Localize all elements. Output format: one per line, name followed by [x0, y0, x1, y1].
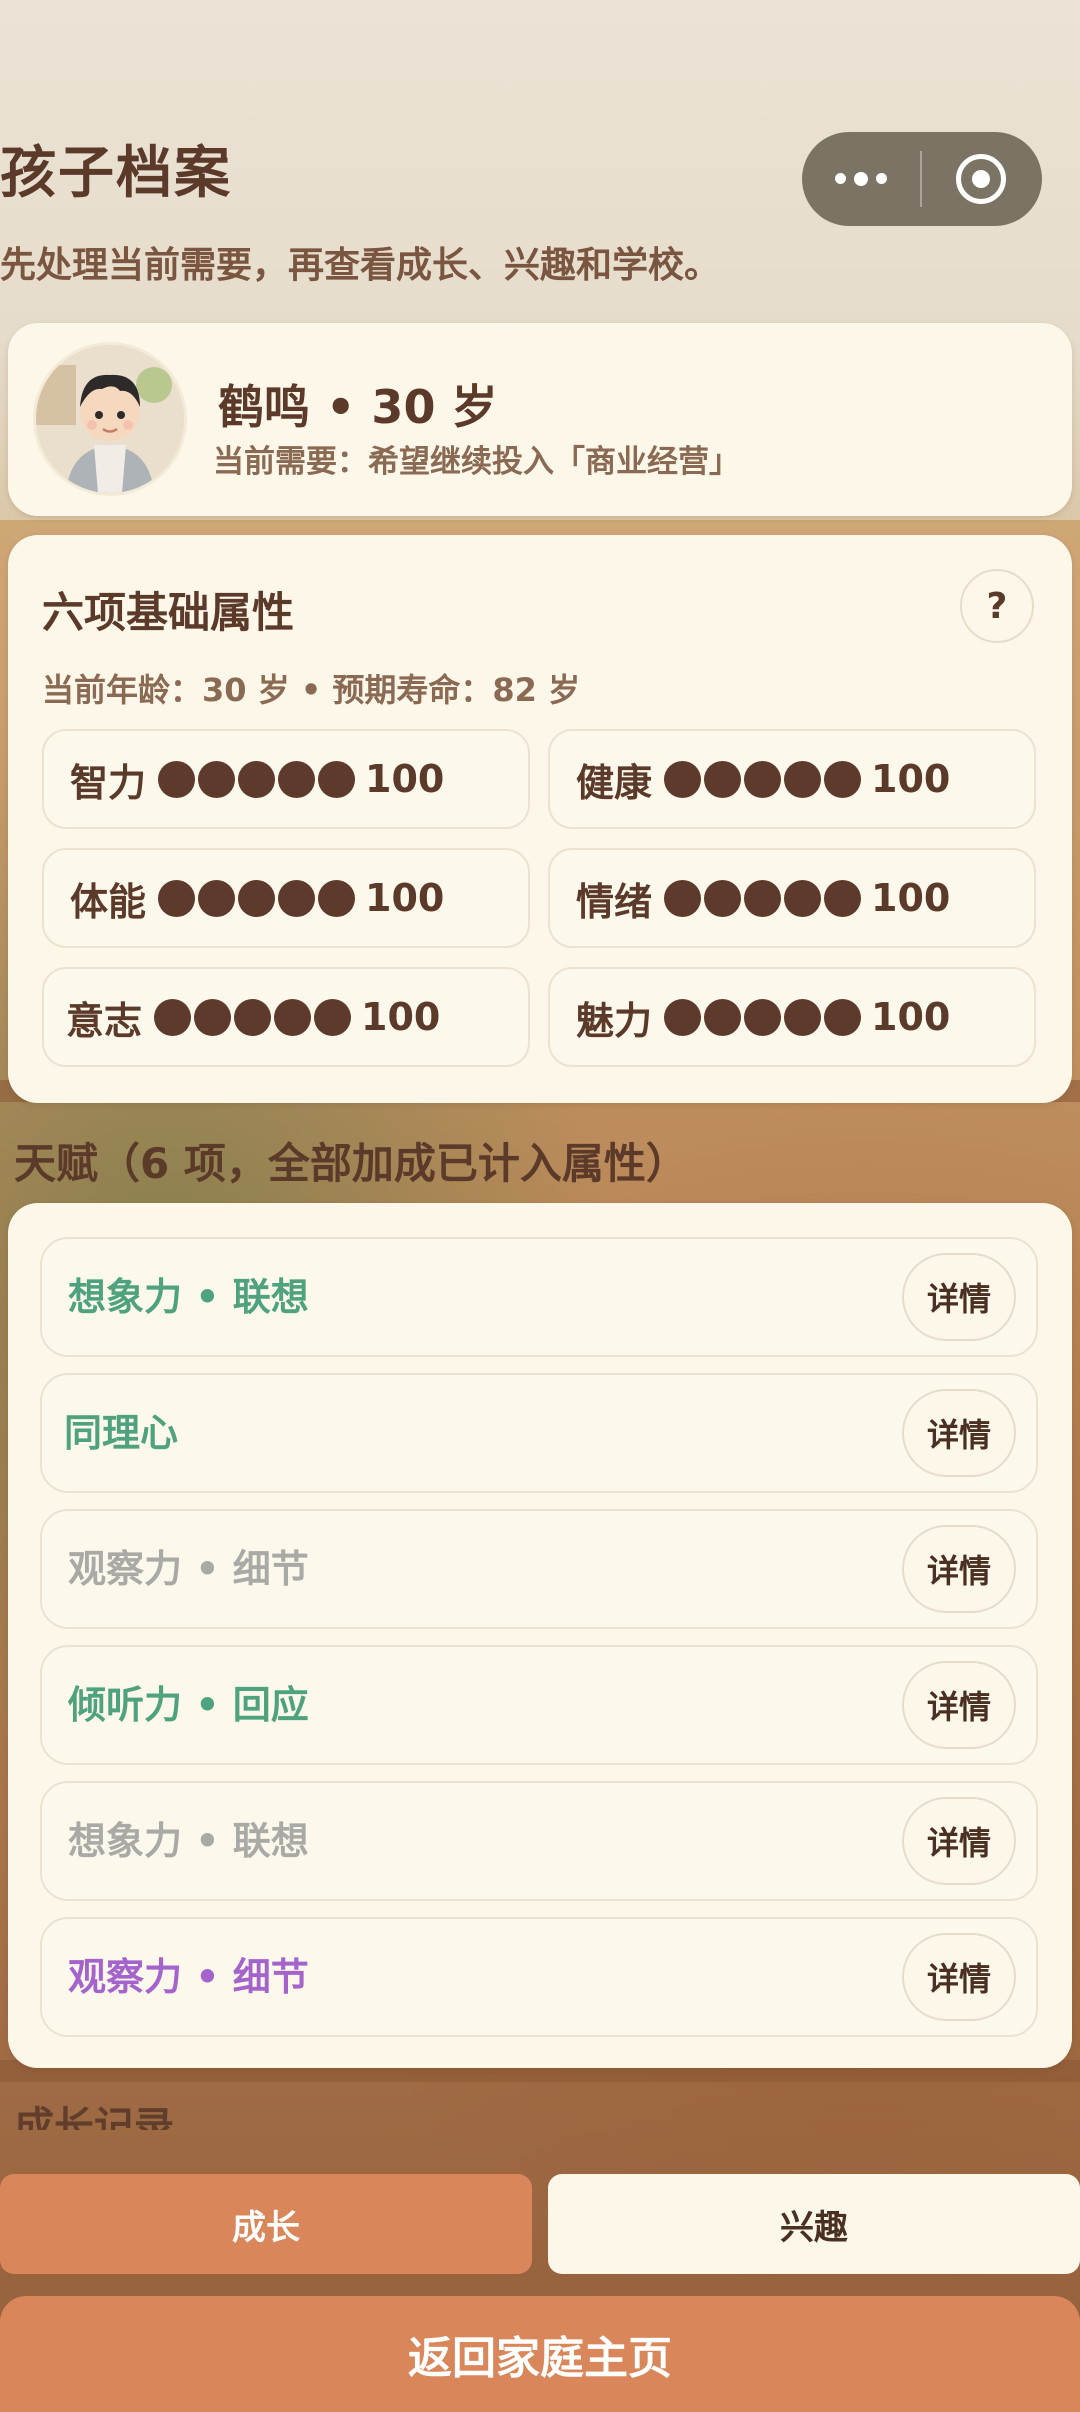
- talent-detail-button[interactable]: 详情: [902, 1389, 1016, 1477]
- attribute-value: 100: [365, 757, 445, 801]
- page-subtitle: 先处理当前需要，再查看成长、兴趣和学校。: [0, 245, 721, 286]
- attribute-value: 100: [871, 876, 951, 920]
- more-button[interactable]: [802, 132, 920, 226]
- talent-label: 同理心: [64, 1411, 179, 1455]
- question-icon: ?: [986, 585, 1008, 627]
- help-button[interactable]: ?: [960, 569, 1034, 643]
- child-name-age: 鹤鸣 • 30 岁: [218, 380, 498, 434]
- attribute-label: 意志: [66, 998, 143, 1043]
- attribute-dots: [664, 879, 862, 917]
- back-to-home-button[interactable]: 返回家庭主页: [0, 2296, 1080, 2412]
- talent-label: 倾听力 • 回应: [68, 1683, 309, 1727]
- attribute-value: 100: [871, 995, 951, 1039]
- attribute-label: 健康: [576, 760, 653, 805]
- attribute-label: 体能: [70, 879, 147, 924]
- attribute-will: 意志 100: [42, 967, 530, 1067]
- talents-heading: 天赋（6 项，全部加成已计入属性）: [14, 1139, 688, 1188]
- talents-card: 想象力 • 联想 详情 同理心 详情 观察力 • 细节 详情 倾听力 • 回应 …: [8, 1203, 1072, 2068]
- tab-growth[interactable]: 成长: [0, 2174, 532, 2274]
- current-need: 当前需要：希望继续投入「商业经营」: [213, 444, 740, 480]
- talent-row: 倾听力 • 回应 详情: [40, 1645, 1038, 1765]
- talent-detail-button[interactable]: 详情: [902, 1933, 1016, 2021]
- attribute-charm: 魅力 100: [548, 967, 1036, 1067]
- talent-row: 观察力 • 细节 详情: [40, 1917, 1038, 2037]
- attribute-health: 健康 100: [548, 729, 1036, 829]
- talent-detail-button[interactable]: 详情: [902, 1253, 1016, 1341]
- talent-row: 同理心 详情: [40, 1373, 1038, 1493]
- attribute-label: 情绪: [576, 879, 653, 924]
- attribute-value: 100: [871, 757, 951, 801]
- attribute-dots: [664, 760, 862, 798]
- talent-row: 想象力 • 联想 详情: [40, 1781, 1038, 1901]
- attribute-dots: [158, 879, 356, 917]
- attribute-dots: [664, 998, 862, 1036]
- target-circle-icon: [956, 154, 1006, 204]
- attribute-intelligence: 智力 100: [42, 729, 530, 829]
- attribute-label: 智力: [70, 760, 147, 805]
- attribute-dots: [154, 998, 352, 1036]
- talent-detail-button[interactable]: 详情: [902, 1661, 1016, 1749]
- more-dots-icon: [835, 171, 887, 186]
- close-miniprogram-button[interactable]: [922, 132, 1040, 226]
- child-profile-card: 鹤鸣 • 30 岁 当前需要：希望继续投入「商业经营」: [8, 323, 1072, 516]
- talent-label: 观察力 • 细节: [68, 1955, 309, 1999]
- attribute-value: 100: [365, 876, 445, 920]
- talent-label: 想象力 • 联想: [68, 1819, 309, 1863]
- talent-label: 观察力 • 细节: [68, 1547, 309, 1591]
- attributes-card: 六项基础属性 ? 当前年龄：30 岁 • 预期寿命：82 岁 智力 100 健康…: [8, 535, 1072, 1103]
- age-line: 当前年龄：30 岁 • 预期寿命：82 岁: [42, 671, 581, 709]
- growth-record-heading: 成长记录: [14, 2104, 174, 2130]
- attribute-stamina: 体能 100: [42, 848, 530, 948]
- avatar: [36, 345, 184, 493]
- attributes-title: 六项基础属性: [42, 588, 295, 637]
- tab-interest[interactable]: 兴趣: [548, 2174, 1080, 2274]
- page-title: 孩子档案: [0, 141, 232, 206]
- miniprogram-capsule: [802, 132, 1042, 226]
- talent-detail-button[interactable]: 详情: [902, 1525, 1016, 1613]
- attribute-value: 100: [361, 995, 441, 1039]
- talent-row: 观察力 • 细节 详情: [40, 1509, 1038, 1629]
- talent-row: 想象力 • 联想 详情: [40, 1237, 1038, 1357]
- talent-label: 想象力 • 联想: [68, 1275, 309, 1319]
- talent-detail-button[interactable]: 详情: [902, 1797, 1016, 1885]
- attribute-label: 魅力: [576, 998, 653, 1043]
- attribute-dots: [158, 760, 356, 798]
- attribute-emotion: 情绪 100: [548, 848, 1036, 948]
